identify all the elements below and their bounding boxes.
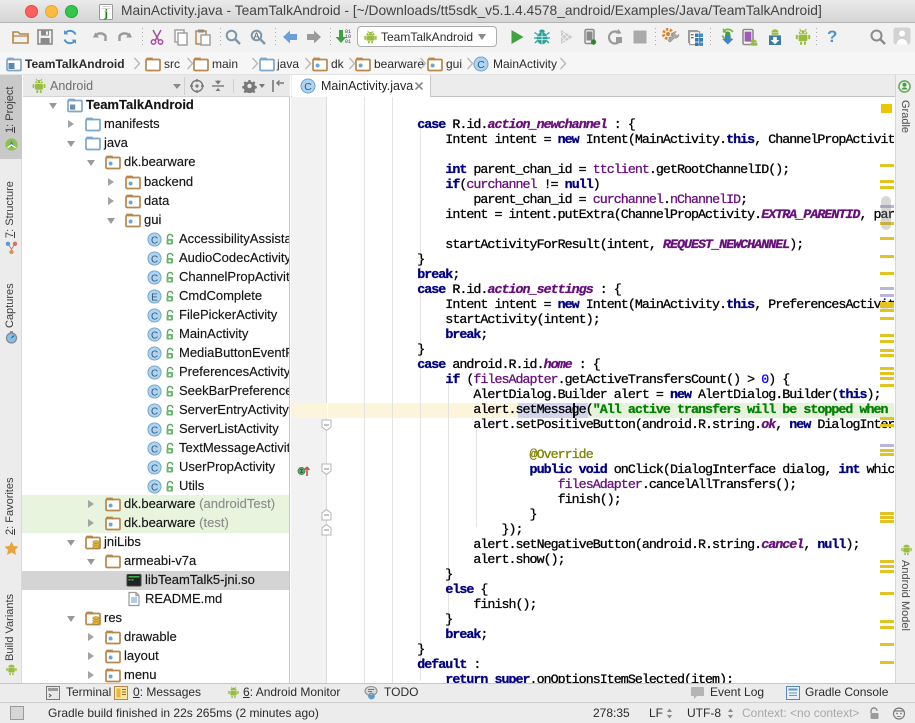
svg-text:A: A <box>253 31 259 41</box>
svg-text:C: C <box>477 59 485 71</box>
svg-text:C: C <box>151 349 158 360</box>
svg-text:C: C <box>151 482 158 493</box>
svg-text:E: E <box>151 292 158 303</box>
svg-text:C: C <box>151 330 158 341</box>
svg-text:C: C <box>151 387 158 398</box>
svg-text:C: C <box>151 235 158 246</box>
svg-text:01: 01 <box>345 39 351 45</box>
svg-text:C: C <box>151 463 158 474</box>
svg-text:C: C <box>151 444 158 455</box>
svg-text:C: C <box>151 254 158 265</box>
svg-text:C: C <box>151 273 158 284</box>
svg-text:C: C <box>151 311 158 322</box>
svg-text:C: C <box>151 368 158 379</box>
svg-text:C: C <box>151 425 158 436</box>
svg-text:C: C <box>304 81 312 93</box>
svg-text:C: C <box>151 406 158 417</box>
